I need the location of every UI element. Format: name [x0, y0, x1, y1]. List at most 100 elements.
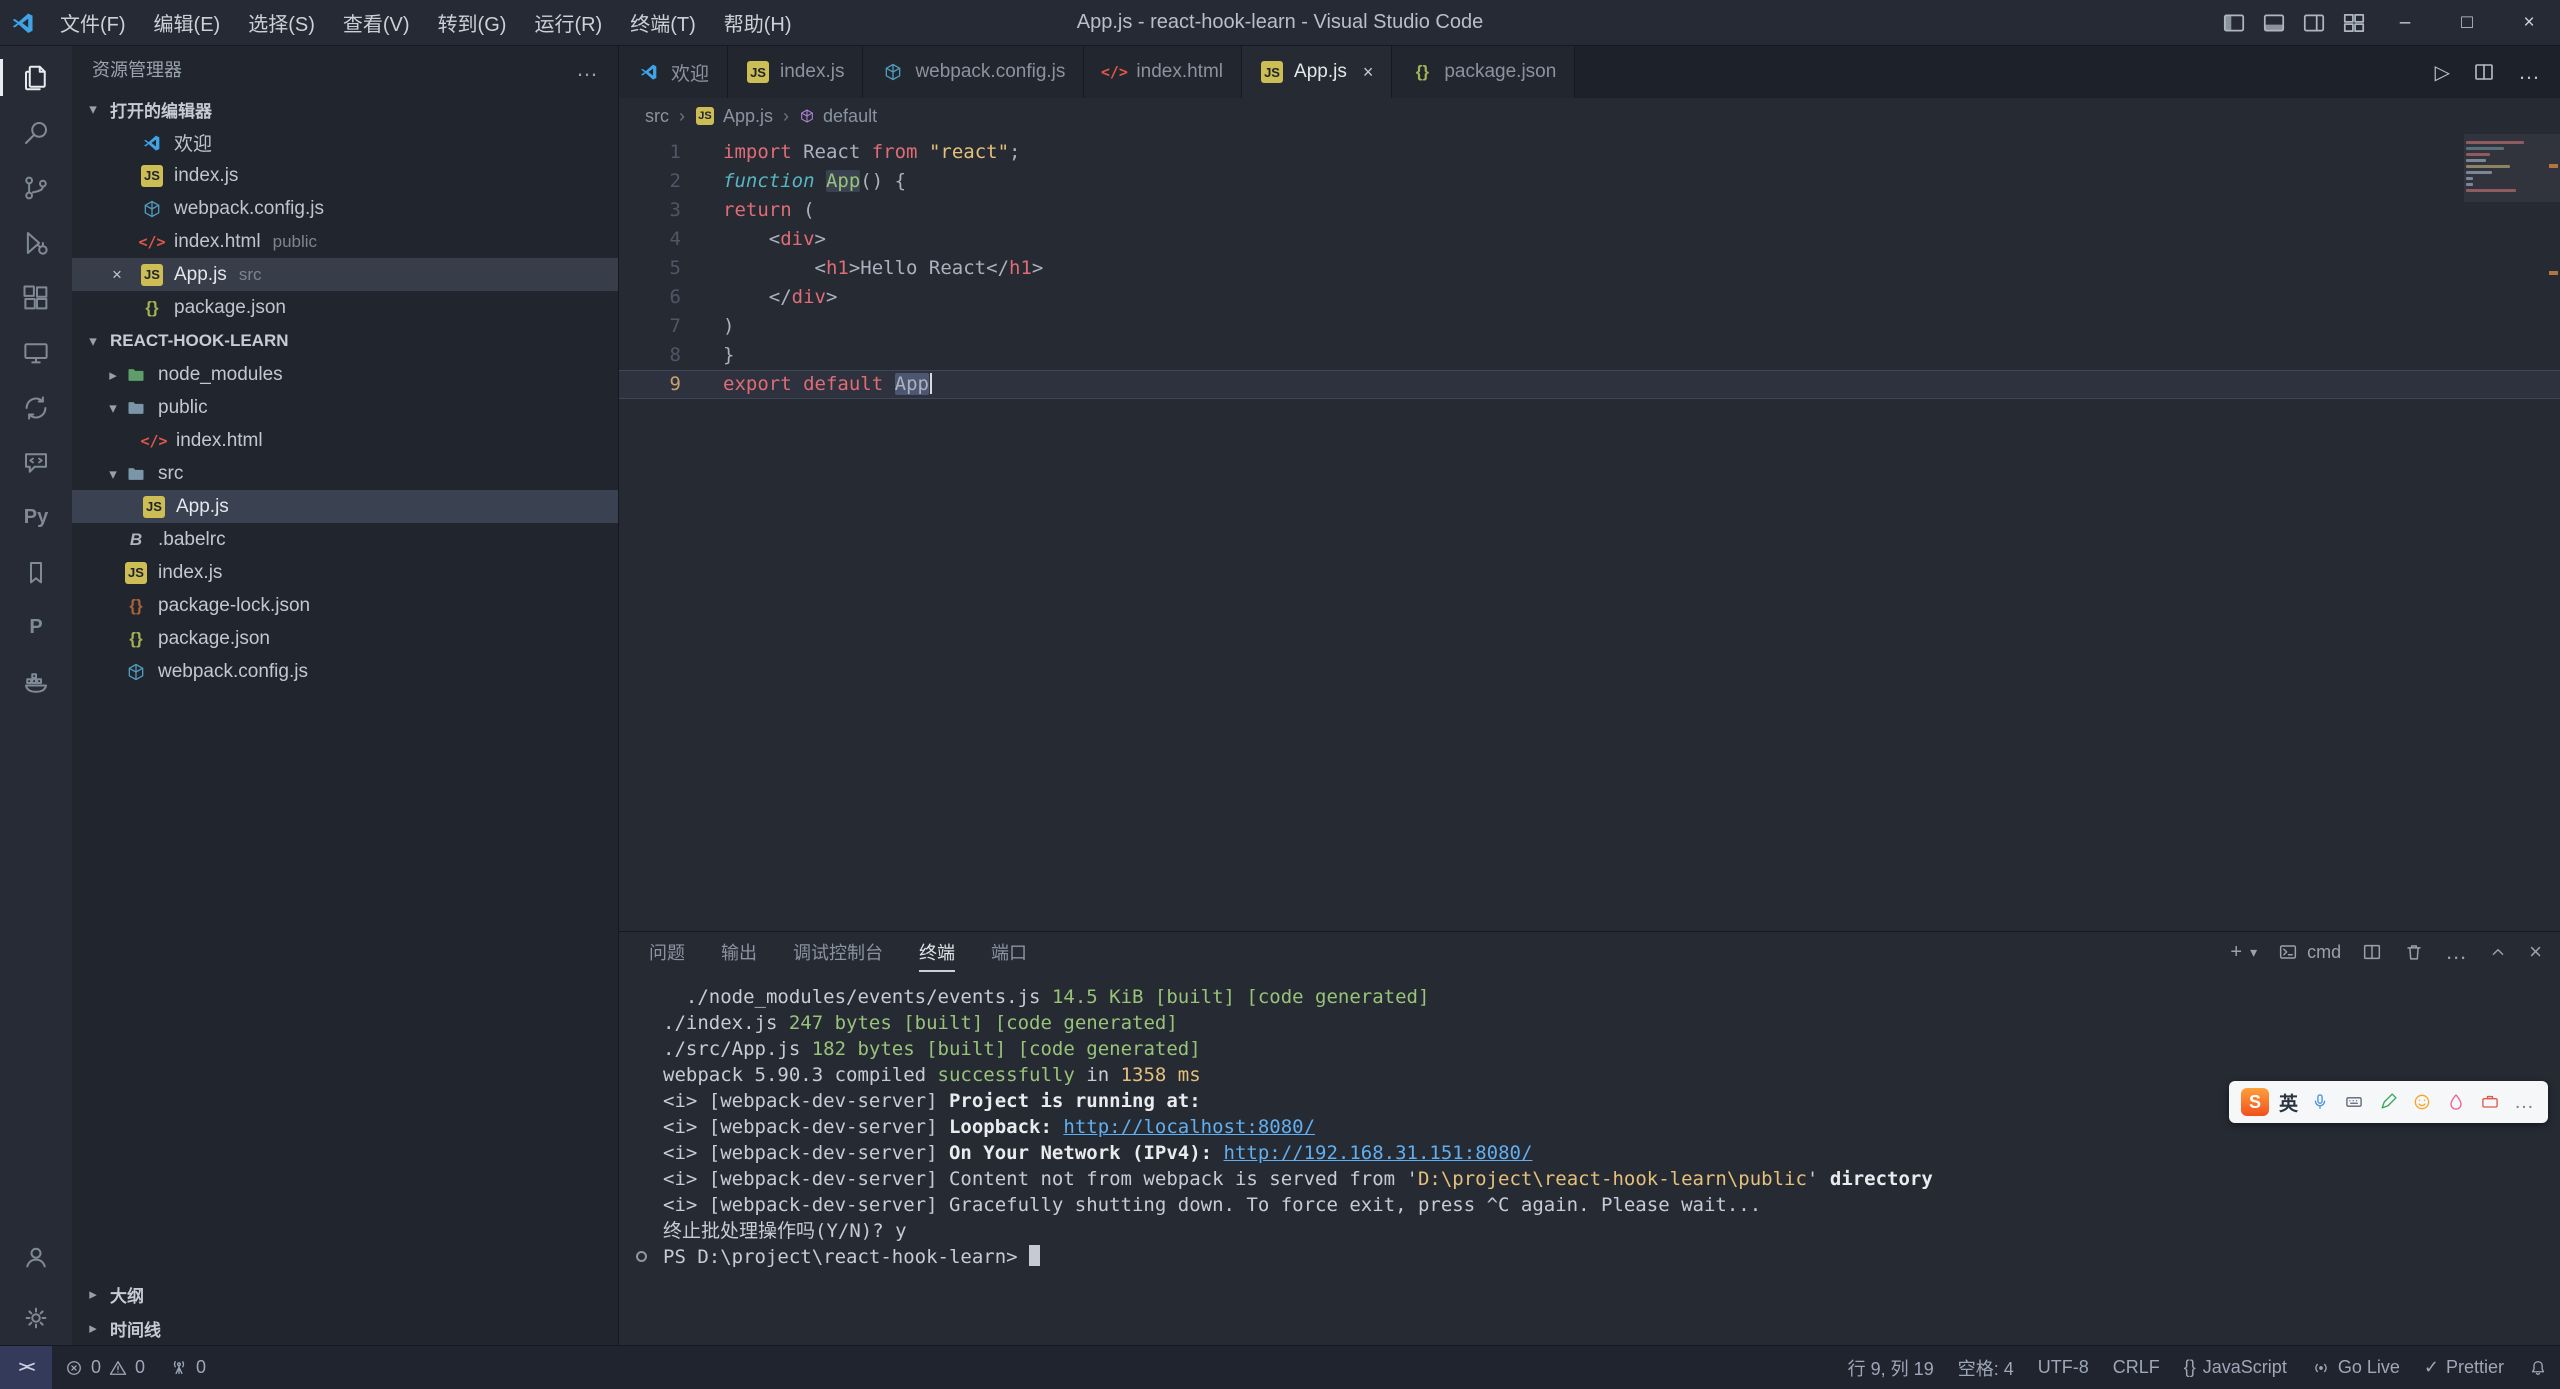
sync-icon[interactable] [0, 380, 72, 435]
remote-explorer-icon[interactable] [0, 325, 72, 380]
menu-file[interactable]: 文件(F) [46, 0, 140, 45]
panel-tab-ports[interactable]: 端口 [991, 932, 1027, 972]
menu-view[interactable]: 查看(V) [329, 0, 424, 45]
open-editor-packagejson[interactable]: {} package.json [72, 291, 618, 324]
extensions-icon[interactable] [0, 270, 72, 325]
open-editor-welcome[interactable]: 欢迎 [72, 126, 618, 159]
breadcrumb-file[interactable]: JS App.js [695, 106, 773, 127]
terminal-link[interactable]: http://192.168.31.151:8080/ [1224, 1142, 1533, 1164]
split-editor-icon[interactable] [2472, 60, 2496, 84]
account-icon[interactable] [0, 1229, 72, 1284]
terminal-profile-chip[interactable]: cmd [2277, 941, 2341, 963]
project-manager-icon[interactable]: P [0, 600, 72, 655]
ime-more-icon[interactable]: … [2512, 1090, 2536, 1114]
run-code-icon[interactable]: ▷ [2435, 60, 2450, 85]
ime-mode-indicator[interactable]: 英 [2279, 1089, 2298, 1116]
outline-section[interactable]: ▸ 大纲 [72, 1277, 618, 1311]
docker-icon[interactable] [0, 655, 72, 710]
panel-tab-terminal[interactable]: 终端 [919, 932, 955, 972]
command-decoration-icon[interactable] [636, 1251, 647, 1262]
new-terminal-button[interactable]: +▾ [2230, 941, 2257, 964]
cursor-position[interactable]: 行 9, 列 19 [1836, 1346, 1946, 1389]
skin-icon[interactable] [2444, 1090, 2468, 1114]
source-control-icon[interactable] [0, 160, 72, 215]
search-icon[interactable] [0, 105, 72, 160]
tab-indexjs[interactable]: JS index.js [728, 46, 863, 98]
tree-src[interactable]: ▾ src [72, 457, 618, 490]
comments-icon[interactable] [0, 435, 72, 490]
editor-more-icon[interactable]: … [2518, 59, 2540, 85]
ports-status[interactable]: 0 [157, 1346, 218, 1389]
eol-sequence[interactable]: CRLF [2101, 1346, 2172, 1389]
sidebar-more-icon[interactable]: … [576, 56, 598, 82]
open-editor-indexjs[interactable]: JS index.js [72, 159, 618, 192]
close-panel-icon[interactable]: × [2529, 939, 2542, 965]
emoji-icon[interactable] [2410, 1090, 2434, 1114]
timeline-section[interactable]: ▸ 时间线 [72, 1311, 618, 1345]
close-icon[interactable]: × [112, 265, 140, 285]
voice-input-icon[interactable] [2308, 1090, 2332, 1114]
panel-tab-output[interactable]: 输出 [721, 932, 757, 972]
tree-indexjs[interactable]: JS index.js [72, 556, 618, 589]
ime-toolbar[interactable]: S 英 … [2229, 1081, 2548, 1123]
minimize-button[interactable]: – [2374, 0, 2436, 45]
split-terminal-icon[interactable] [2361, 941, 2383, 963]
tree-node-modules[interactable]: ▸ node_modules [72, 358, 618, 391]
menu-help[interactable]: 帮助(H) [710, 0, 806, 45]
menu-selection[interactable]: 选择(S) [234, 0, 329, 45]
go-live-button[interactable]: Go Live [2299, 1346, 2412, 1389]
breadcrumb-symbol[interactable]: default [799, 106, 877, 127]
tab-indexhtml[interactable]: </> index.html [1084, 46, 1242, 98]
open-editor-webpack-config[interactable]: webpack.config.js [72, 192, 618, 225]
tree-babelrc[interactable]: B .babelrc [72, 523, 618, 556]
language-mode[interactable]: {} JavaScript [2172, 1346, 2299, 1389]
explorer-icon[interactable] [0, 50, 72, 105]
open-editor-appjs[interactable]: × JS App.js src [72, 258, 618, 291]
keyboard-icon[interactable] [2342, 1090, 2366, 1114]
python-icon[interactable]: Py [0, 490, 72, 545]
problems-status[interactable]: 0 0 [52, 1346, 157, 1389]
menu-go[interactable]: 转到(G) [424, 0, 521, 45]
menu-run[interactable]: 运行(R) [520, 0, 616, 45]
bookmarks-icon[interactable] [0, 545, 72, 600]
toolbox-icon[interactable] [2478, 1090, 2502, 1114]
notifications-bell-icon[interactable] [2516, 1346, 2560, 1389]
terminal-output[interactable]: ./node_modules/events/events.js 14.5 KiB… [619, 972, 2560, 1345]
breadcrumb-src[interactable]: src [645, 106, 669, 127]
customize-layout-icon[interactable] [2334, 0, 2374, 45]
open-editor-indexhtml[interactable]: </> index.html public [72, 225, 618, 258]
sogou-logo-icon[interactable]: S [2241, 1088, 2269, 1116]
tab-appjs[interactable]: JS App.js × [1242, 46, 1392, 98]
panel-more-icon[interactable]: … [2445, 939, 2467, 965]
close-icon[interactable]: × [1363, 62, 1374, 83]
indentation[interactable]: 空格: 4 [1946, 1346, 2026, 1389]
toggle-sidebar-icon[interactable] [2214, 0, 2254, 45]
project-root-header[interactable]: ▾ REACT-HOOK-LEARN [72, 324, 618, 358]
run-debug-icon[interactable] [0, 215, 72, 270]
toggle-panel-icon[interactable] [2254, 0, 2294, 45]
toggle-secondary-sidebar-icon[interactable] [2294, 0, 2334, 45]
tree-public[interactable]: ▾ public [72, 391, 618, 424]
close-button[interactable]: × [2498, 0, 2560, 45]
encoding[interactable]: UTF-8 [2026, 1346, 2101, 1389]
kill-terminal-icon[interactable] [2403, 941, 2425, 963]
tree-package-lock[interactable]: {} package-lock.json [72, 589, 618, 622]
handwriting-icon[interactable] [2376, 1090, 2400, 1114]
prettier-status[interactable]: ✓ Prettier [2412, 1346, 2516, 1389]
tab-webpack-config[interactable]: webpack.config.js [863, 46, 1084, 98]
minimap[interactable] [2466, 138, 2538, 195]
maximize-panel-icon[interactable] [2487, 941, 2509, 963]
tree-webpack-config[interactable]: webpack.config.js [72, 655, 618, 688]
panel-tab-debug-console[interactable]: 调试控制台 [793, 932, 883, 972]
menu-terminal[interactable]: 终端(T) [616, 0, 710, 45]
panel-tab-problems[interactable]: 问题 [649, 932, 685, 972]
menu-edit[interactable]: 编辑(E) [140, 0, 235, 45]
tab-welcome[interactable]: 欢迎 [619, 46, 728, 98]
tree-public-indexhtml[interactable]: </> index.html [72, 424, 618, 457]
tab-packagejson[interactable]: {} package.json [1392, 46, 1575, 98]
code-editor[interactable]: 1 import React from "react"; 2 function … [619, 134, 2560, 931]
tree-packagejson[interactable]: {} package.json [72, 622, 618, 655]
remote-indicator[interactable]: >< [0, 1346, 52, 1389]
tree-src-appjs[interactable]: JS App.js [72, 490, 618, 523]
maximize-button[interactable]: □ [2436, 0, 2498, 45]
